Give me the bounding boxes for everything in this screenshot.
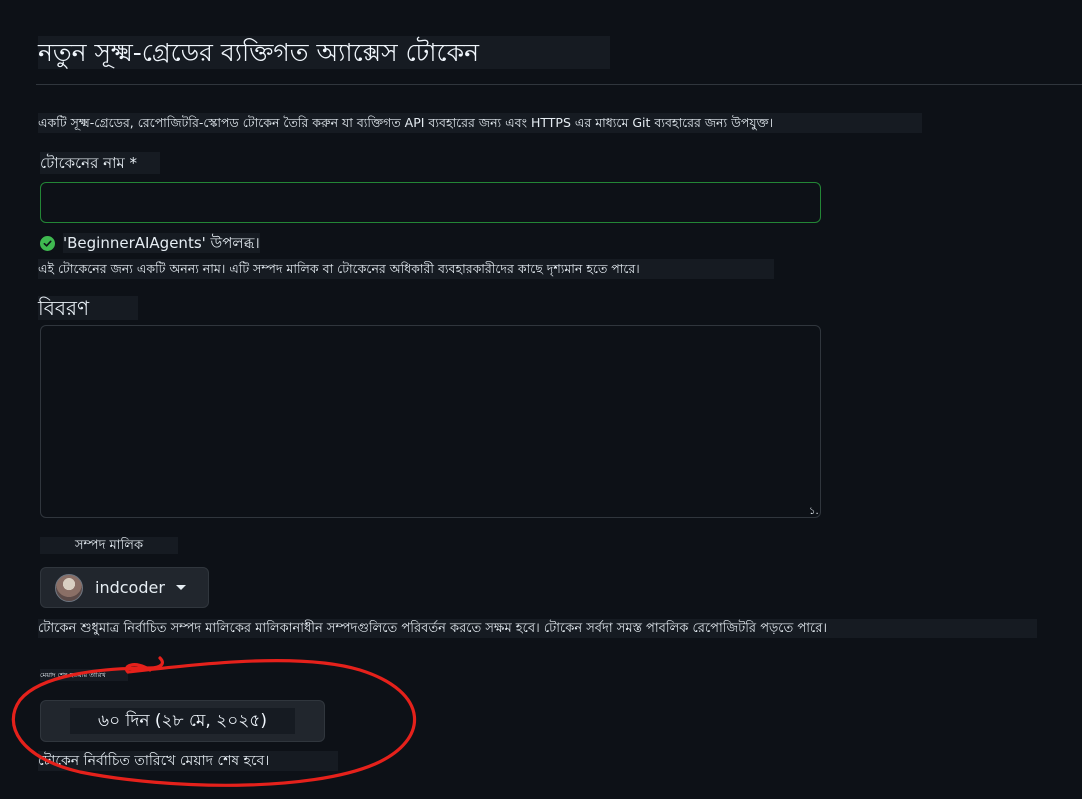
availability-text: 'BeginnerAIAgents' উপলব্ধ।	[63, 233, 260, 253]
description-label: বিবরণ	[38, 296, 138, 320]
availability-message: 'BeginnerAIAgents' উপলব্ধ।	[40, 233, 260, 253]
token-name-input[interactable]	[40, 182, 821, 223]
resource-owner-help: টোকেন শুধুমাত্র নির্বাচিত সম্পদ মালিকের …	[38, 619, 1037, 638]
expiration-help: টোকেন নির্বাচিত তারিখে মেয়াদ শেষ হবে।	[38, 751, 338, 771]
token-name-label: টোকেনের নাম *	[40, 152, 160, 174]
expiration-dropdown[interactable]: ৬০ দিন (২৮ মে, ২০২৫)	[40, 700, 325, 742]
resource-owner-dropdown[interactable]: indcoder	[40, 567, 209, 608]
avatar	[55, 573, 83, 602]
resource-owner-name: indcoder	[95, 578, 165, 597]
check-circle-icon	[40, 235, 55, 251]
resource-owner-label: সম্পদ মালিক	[40, 537, 178, 554]
page-title: নতুন সূক্ষ্ম-গ্রেডের ব্যক্তিগত অ্যাক্সেস…	[38, 36, 610, 69]
description-textarea[interactable]	[40, 325, 821, 518]
divider	[36, 84, 1082, 85]
intro-text: একটি সূক্ষ্ম-গ্রেডের, রেপোজিটরি-স্কোপড ট…	[38, 113, 922, 133]
token-name-help: এই টোকেনের জন্য একটি অনন্য নাম। এটি সম্প…	[38, 259, 774, 279]
caret-down-icon	[175, 585, 186, 590]
resize-handle-icon[interactable]: ১.	[809, 506, 819, 518]
expiration-value: ৬০ দিন (২৮ মে, ২০২৫)	[70, 708, 295, 734]
expiration-label: মেয়াদ শেষ হওয়ার তারিখ	[40, 669, 128, 681]
